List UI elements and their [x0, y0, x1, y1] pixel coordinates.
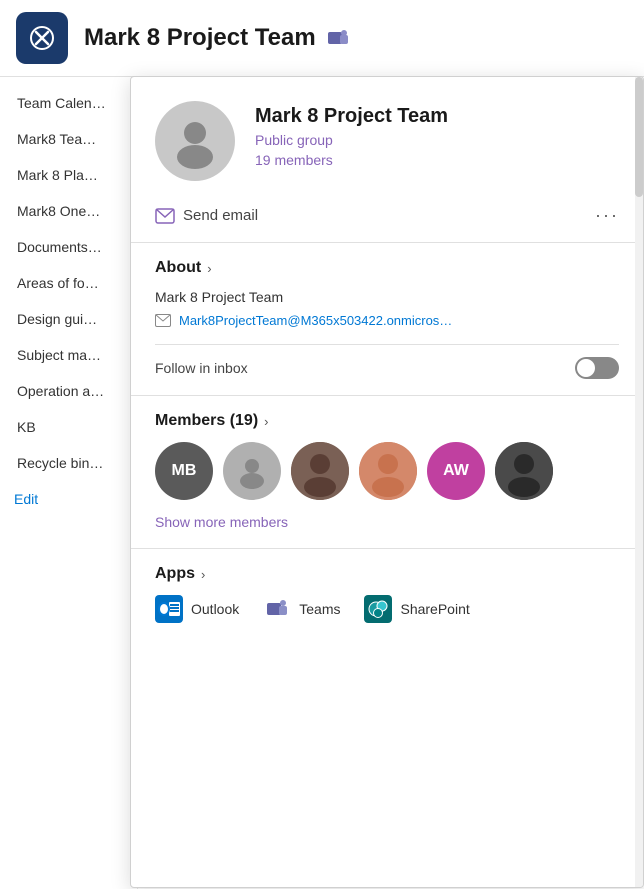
sidebar-item-documents[interactable]: Documents… — [0, 229, 137, 265]
member-avatar-anon[interactable] — [223, 442, 281, 500]
outlook-label: Outlook — [191, 601, 239, 617]
sidebar-item-operation[interactable]: Operation a… — [0, 373, 137, 409]
scrollbar-thumb[interactable] — [635, 77, 643, 197]
member-avatar-4[interactable] — [359, 442, 417, 500]
follow-row: Follow in inbox — [155, 357, 619, 379]
sidebar-item-recycle-bin[interactable]: Recycle bin… — [0, 445, 137, 481]
sidebar-edit-link[interactable]: Edit — [0, 481, 137, 517]
about-title: About — [155, 259, 201, 277]
main-layout: Team Calen… Mark8 Tea… Mark 8 Pla… Mark8… — [0, 77, 644, 889]
member6-photo-icon — [495, 442, 553, 500]
about-email-row: Mark8ProjectTeam@M365x503422.onmicros… — [155, 313, 619, 328]
sharepoint-icon — [364, 595, 392, 623]
sidebar-item-mark8-one[interactable]: Mark8 One… — [0, 193, 137, 229]
members-header[interactable]: Members (19) › — [155, 412, 619, 430]
anon-silhouette-icon — [234, 453, 270, 489]
teams-header-icon — [326, 26, 350, 50]
group-members-count: 19 members — [255, 152, 448, 168]
about-group-name: Mark 8 Project Team — [155, 289, 619, 305]
email-icon — [155, 208, 175, 224]
app-item-outlook[interactable]: Outlook — [155, 595, 239, 623]
outlook-icon — [155, 595, 183, 623]
more-options-button[interactable]: ··· — [595, 205, 619, 226]
member-avatar-6[interactable] — [495, 442, 553, 500]
sidebar-item-kb[interactable]: KB — [0, 409, 137, 445]
profile-section: Mark 8 Project Team Public group 19 memb… — [131, 77, 643, 197]
apps-chevron-icon: › — [201, 567, 205, 582]
actions-bar: Send email ··· — [131, 197, 643, 243]
members-title: Members (19) — [155, 412, 258, 430]
title-text: Mark 8 Project Team — [84, 24, 316, 52]
about-divider — [155, 344, 619, 345]
about-header[interactable]: About › — [155, 259, 619, 277]
member3-photo-icon — [291, 442, 349, 500]
page-title: Mark 8 Project Team — [84, 24, 350, 52]
sidebar-item-mark8-plan[interactable]: Mark 8 Pla… — [0, 157, 137, 193]
member-avatar-mb[interactable]: MB — [155, 442, 213, 500]
group-popup: Mark 8 Project Team Public group 19 memb… — [130, 76, 644, 888]
app-item-sharepoint[interactable]: SharePoint — [364, 595, 469, 623]
group-type: Public group — [255, 132, 448, 148]
header: Mark 8 Project Team — [0, 0, 644, 77]
apps-header[interactable]: Apps › — [155, 565, 619, 583]
about-section: About › Mark 8 Project Team Mark8Project… — [131, 243, 643, 396]
group-avatar — [155, 101, 235, 181]
sidebar: Team Calen… Mark8 Tea… Mark 8 Pla… Mark8… — [0, 77, 138, 889]
apps-title: Apps — [155, 565, 195, 583]
about-chevron-icon: › — [207, 261, 211, 276]
group-name: Mark 8 Project Team — [255, 105, 448, 128]
toggle-knob — [577, 359, 595, 377]
app-logo — [16, 12, 68, 64]
sidebar-item-team-calendar[interactable]: Team Calen… — [0, 85, 137, 121]
scrollbar-track — [635, 77, 643, 887]
member4-photo-icon — [359, 442, 417, 500]
follow-toggle[interactable] — [575, 357, 619, 379]
apps-list: Outlook Teams — [155, 595, 619, 623]
members-section: Members (19) › MB — [131, 396, 643, 549]
teams-label: Teams — [299, 601, 340, 617]
about-email[interactable]: Mark8ProjectTeam@M365x503422.onmicros… — [179, 313, 452, 328]
members-avatars: MB — [155, 442, 619, 500]
show-more-members-button[interactable]: Show more members — [155, 514, 288, 530]
sidebar-item-design-guide[interactable]: Design gui… — [0, 301, 137, 337]
popup-scroll-area[interactable]: Mark 8 Project Team Public group 19 memb… — [131, 77, 643, 887]
sidebar-item-areas-of-focus[interactable]: Areas of fo… — [0, 265, 137, 301]
teams-icon — [263, 595, 291, 623]
sidebar-item-subject-matter[interactable]: Subject ma… — [0, 337, 137, 373]
member-avatar-3[interactable] — [291, 442, 349, 500]
apps-section: Apps › — [131, 549, 643, 639]
follow-label: Follow in inbox — [155, 360, 248, 376]
send-email-label: Send email — [183, 207, 258, 224]
member-avatar-aw[interactable]: AW — [427, 442, 485, 500]
send-email-button[interactable]: Send email — [155, 207, 258, 224]
members-chevron-icon: › — [264, 414, 268, 429]
app-item-teams[interactable]: Teams — [263, 595, 340, 623]
about-email-icon — [155, 314, 171, 327]
sharepoint-label: SharePoint — [400, 601, 469, 617]
sidebar-item-mark8-team[interactable]: Mark8 Tea… — [0, 121, 137, 157]
profile-info: Mark 8 Project Team Public group 19 memb… — [255, 101, 448, 168]
